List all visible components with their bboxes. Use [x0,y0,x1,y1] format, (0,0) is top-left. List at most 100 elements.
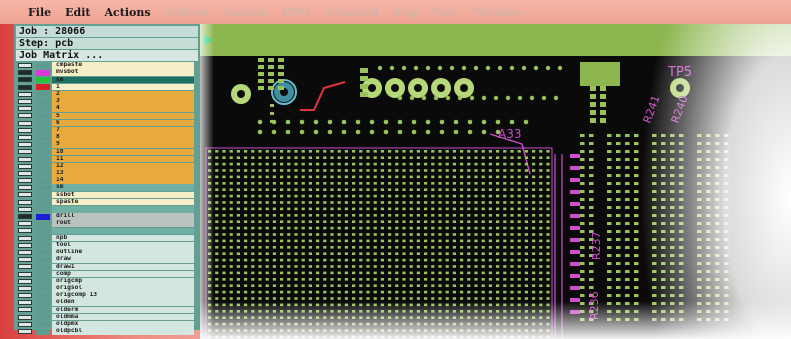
layer-toggle-checkbox[interactable] [18,106,32,112]
layer-toggle-checkbox[interactable] [18,149,32,155]
layer-row[interactable]: ssbot [18,191,194,199]
layer-row[interactable]: olderm [18,306,194,314]
layer-toggle-checkbox[interactable] [18,271,32,277]
layer-toggle-checkbox[interactable] [18,285,32,291]
layer-row[interactable]: 10 [18,148,194,156]
menu-item-step[interactable]: Step [392,6,418,19]
menu-item-actions[interactable]: Actions [105,6,151,19]
layer-row[interactable]: 1 [18,83,194,91]
menu-item-file[interactable]: File [28,6,51,19]
layer-toggle-checkbox[interactable] [18,91,32,97]
layer-toggle-checkbox[interactable] [18,206,32,212]
layer-color-swatch[interactable] [36,156,50,163]
layer-row[interactable]: draw [18,256,194,263]
layer-toggle-checkbox[interactable] [18,264,32,270]
layer-color-swatch[interactable] [36,177,50,184]
layer-row[interactable] [18,227,194,235]
layer-row[interactable]: rout [18,220,194,228]
layer-color-swatch[interactable] [36,314,50,321]
layer-color-swatch[interactable] [36,170,50,177]
layer-color-swatch[interactable] [36,84,50,91]
layer-toggle-checkbox[interactable] [18,249,32,255]
layer-toggle-checkbox[interactable] [18,63,32,69]
layer-toggle-checkbox[interactable] [18,99,32,105]
layer-color-swatch[interactable] [36,69,50,76]
layer-toggle-checkbox[interactable] [18,84,32,90]
layer-toggle-checkbox[interactable] [18,156,32,162]
menu-item-edit[interactable]: Edit [65,6,90,19]
menu-item-advanced[interactable]: Advanced [324,6,379,19]
layer-row[interactable]: oldpcbl [18,328,194,335]
layer-toggle-checkbox[interactable] [18,192,32,198]
layer-toggle-checkbox[interactable] [18,120,32,126]
menu-item-windows[interactable]: Windows [473,6,523,19]
layer-color-swatch[interactable] [36,227,50,234]
layer-color-swatch[interactable] [36,321,50,328]
layer-row[interactable]: 14 [18,177,194,184]
layer-color-swatch[interactable] [36,191,50,198]
layer-color-swatch[interactable] [36,285,50,292]
layer-color-swatch[interactable] [36,62,50,69]
menu-item-view[interactable]: View [432,6,459,19]
layer-color-swatch[interactable] [36,271,50,278]
menu-item-options[interactable]: Options [165,6,208,19]
layer-toggle-checkbox[interactable] [18,113,32,119]
layer-toggle-checkbox[interactable] [18,70,32,76]
layer-color-swatch[interactable] [36,199,50,206]
layer-color-swatch[interactable] [36,242,50,249]
layer-toggle-checkbox[interactable] [18,242,32,248]
pcb-graphic-view[interactable]: TP5 A33 R241 R240 R237 R236 [200,24,791,339]
layer-toggle-checkbox[interactable] [18,257,32,263]
layer-row[interactable]: cmpaste [18,62,194,69]
layer-row[interactable]: origcomp 13 [18,292,194,299]
layer-color-swatch[interactable] [36,256,50,263]
layer-color-swatch[interactable] [36,220,50,227]
layer-row[interactable]: 13 [18,170,194,177]
layer-toggle-checkbox[interactable] [18,293,32,299]
layer-row[interactable]: 5 [18,112,194,120]
layer-toggle-checkbox[interactable] [18,329,32,335]
layer-row[interactable]: sm [18,184,194,192]
layer-toggle-checkbox[interactable] [18,314,32,320]
menu-item-analysis[interactable]: Analysis [222,6,268,19]
layer-color-swatch[interactable] [36,306,50,313]
layer-row[interactable]: 9 [18,141,194,148]
layer-color-swatch[interactable] [36,120,50,127]
layer-row[interactable]: origsol [18,285,194,292]
layer-color-swatch[interactable] [36,163,50,170]
layer-color-swatch[interactable] [36,249,50,256]
layer-color-swatch[interactable] [36,206,50,213]
layer-toggle-checkbox[interactable] [18,214,32,220]
layer-row[interactable]: 11 [18,155,194,163]
layer-color-swatch[interactable] [36,141,50,148]
layer-row[interactable]: comp [18,270,194,278]
layer-row[interactable]: npb [18,234,194,242]
layer-row[interactable]: oldmma [18,313,194,321]
layer-toggle-checkbox[interactable] [18,134,32,140]
layer-row[interactable]: 8 [18,134,194,141]
layer-toggle-checkbox[interactable] [18,178,32,184]
layer-row[interactable]: 12 [18,162,194,170]
layer-color-swatch[interactable] [36,328,50,335]
layer-color-swatch[interactable] [36,292,50,299]
layer-row[interactable]: 4 [18,105,194,113]
layer-row[interactable]: sm [18,76,194,84]
layer-toggle-checkbox[interactable] [18,163,32,169]
layer-toggle-checkbox[interactable] [18,185,32,191]
layer-toggle-checkbox[interactable] [18,278,32,284]
layer-row[interactable]: olden [18,299,194,307]
menu-item-dfm[interactable]: DFM [282,6,310,19]
layer-toggle-checkbox[interactable] [18,321,32,327]
layer-color-swatch[interactable] [36,134,50,141]
layer-toggle-checkbox[interactable] [18,221,32,227]
layer-color-swatch[interactable] [36,76,50,83]
layer-row[interactable] [18,206,194,213]
layer-color-swatch[interactable] [36,112,50,119]
layer-row[interactable]: 6 [18,119,194,127]
layer-toggle-checkbox[interactable] [18,307,32,313]
layer-row[interactable]: drill [18,213,194,220]
layer-color-swatch[interactable] [36,299,50,306]
layer-toggle-checkbox[interactable] [18,199,32,205]
layer-row[interactable]: origcmp [18,277,194,285]
layer-row[interactable]: outline [18,249,194,256]
